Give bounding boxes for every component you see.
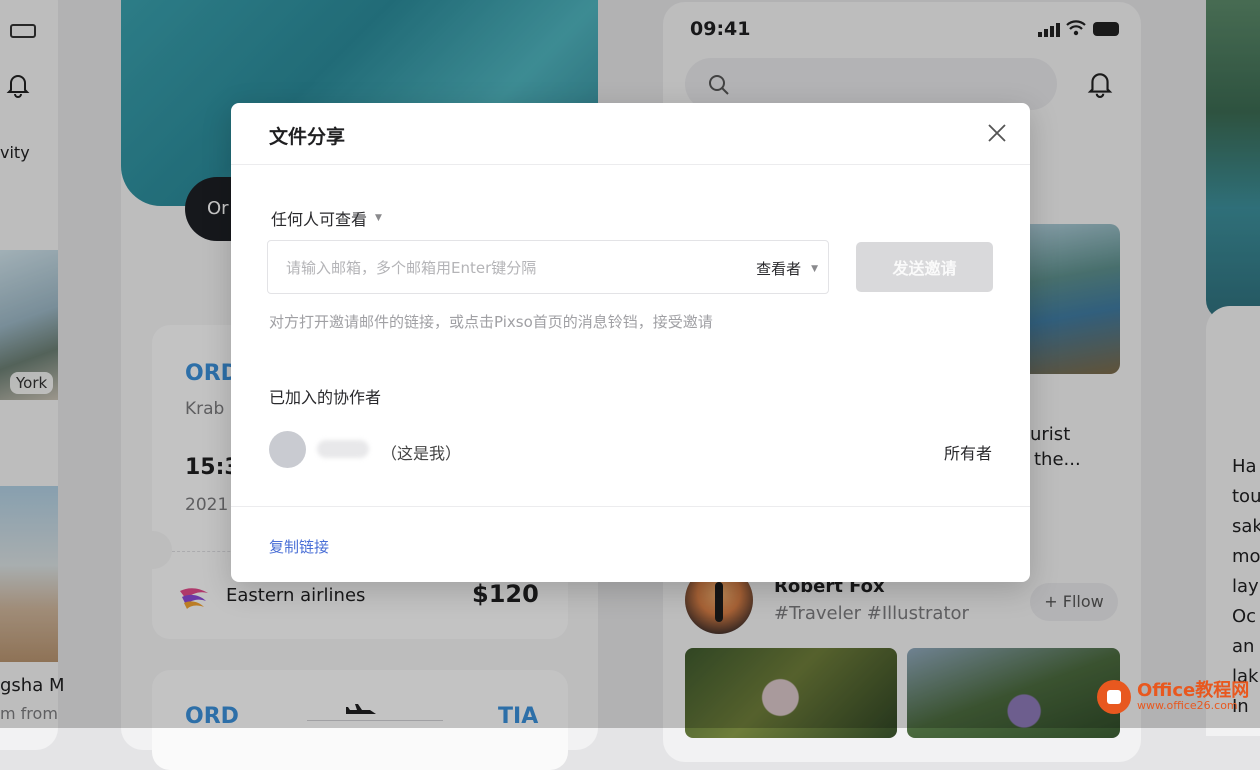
avatar xyxy=(269,431,306,468)
invite-hint: 对方打开邀请邮件的链接，或点击Pixso首页的消息铃铛，接受邀请 xyxy=(269,313,713,331)
header-divider xyxy=(231,164,1030,165)
close-icon[interactable] xyxy=(986,122,1008,144)
collaborator-me-label: （这是我） xyxy=(381,444,462,463)
watermark-url: www.office26.com xyxy=(1137,699,1238,712)
email-invite-box: 查看者 ▼ xyxy=(267,240,829,295)
dialog-title: 文件分享 xyxy=(269,126,346,148)
footer-divider xyxy=(231,506,1030,507)
copy-link-button[interactable]: 复制链接 xyxy=(269,536,329,557)
permission-select[interactable]: 任何人可查看 ▼ xyxy=(271,206,382,230)
collaborators-title: 已加入的协作者 xyxy=(269,388,382,407)
permission-select-label: 任何人可查看 xyxy=(271,210,368,229)
collaborator-role: 所有者 xyxy=(943,444,992,463)
watermark-text: Office教程网 www.office26.com xyxy=(1137,682,1249,712)
watermark: Office教程网 www.office26.com xyxy=(1097,680,1249,714)
file-share-dialog: 文件分享 任何人可查看 ▼ 查看者 ▼ 发送邀请 对方打开邀请邮件的链接，或点击… xyxy=(231,103,1030,582)
collaborator-name-redacted xyxy=(317,440,369,458)
chevron-down-icon: ▼ xyxy=(375,213,382,223)
send-invite-button[interactable]: 发送邀请 xyxy=(856,242,993,292)
office-logo-icon xyxy=(1097,680,1131,714)
chevron-down-icon: ▼ xyxy=(811,263,818,274)
role-select[interactable]: 查看者 ▼ xyxy=(756,258,818,279)
watermark-title: Office教程网 xyxy=(1137,680,1250,701)
role-select-label: 查看者 xyxy=(756,260,802,278)
email-input[interactable] xyxy=(284,241,728,295)
